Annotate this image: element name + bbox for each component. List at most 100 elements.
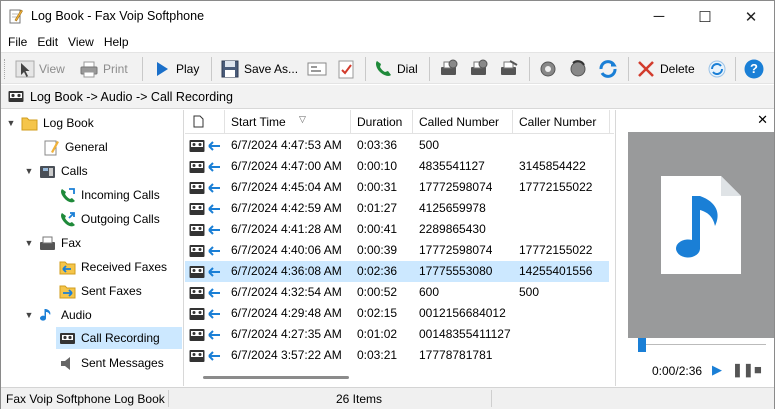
chevron-down-icon[interactable]: ▼ <box>23 310 35 320</box>
checklist-icon[interactable] <box>336 57 356 81</box>
table-row[interactable]: 6/7/2024 4:27:35 AM 0:01:02 00148355411127 <box>185 324 609 345</box>
printer-icon <box>80 61 98 78</box>
print-button[interactable]: Print <box>79 57 128 81</box>
stop-icon[interactable]: ■ <box>754 362 762 377</box>
refresh-icon[interactable] <box>707 57 727 81</box>
save-as-button[interactable]: Save As... <box>220 57 298 81</box>
tree-item-received-faxes[interactable]: Received Faxes <box>59 256 167 278</box>
seek-thumb[interactable] <box>638 338 646 352</box>
cell-called-number: 17778781781 <box>419 348 493 362</box>
folder-icon <box>21 117 38 130</box>
reload-arrow-icon[interactable] <box>567 57 589 81</box>
sync-icon[interactable] <box>597 57 619 81</box>
view-label: View <box>39 62 65 76</box>
column-caller-number[interactable]: Caller Number <box>513 110 610 134</box>
reload-settings-icon[interactable] <box>537 57 559 81</box>
chevron-down-icon[interactable]: ▼ <box>5 118 17 128</box>
recording-incoming-icon <box>189 266 220 278</box>
sent-fax-folder-icon <box>59 285 76 298</box>
column-called-number[interactable]: Called Number <box>413 110 513 134</box>
table-row[interactable]: 6/7/2024 4:40:06 AM 0:00:39 17772598074 177… <box>185 240 609 261</box>
table-row[interactable]: 6/7/2024 4:42:59 AM 0:01:27 4125659978 <box>185 198 609 219</box>
minimize-button[interactable]: ─ <box>636 1 682 32</box>
tree-item-fax[interactable]: ▼ Fax <box>23 232 81 254</box>
tree-item-log-book[interactable]: ▼ Log Book <box>5 112 94 134</box>
cell-duration: 0:00:41 <box>357 222 398 236</box>
cell-called-number: 500 <box>419 138 440 152</box>
help-button[interactable]: ? <box>744 57 768 81</box>
menu-help[interactable]: Help <box>99 32 134 52</box>
view-button[interactable]: View <box>15 57 65 81</box>
column-start-time[interactable]: Start Time ▽ <box>225 110 351 134</box>
toolbar-grip[interactable] <box>4 59 7 79</box>
fax-send-icon[interactable] <box>498 57 520 81</box>
received-fax-folder-icon <box>59 261 76 274</box>
delete-label: Delete <box>660 62 695 76</box>
cell-called-number: 17775553080 <box>419 264 493 278</box>
cell-start-time: 6/7/2024 4:47:53 AM <box>231 138 342 152</box>
recording-incoming-icon <box>189 224 220 236</box>
toolbar-separator <box>628 57 629 81</box>
tree-item-call-recording[interactable]: Call Recording <box>56 327 182 349</box>
menu-bar: File Edit View Help <box>1 32 774 52</box>
close-preview-button[interactable]: ✕ <box>757 112 768 128</box>
status-divider <box>168 390 169 407</box>
properties-card-icon[interactable] <box>307 57 327 81</box>
play-icon[interactable]: ▶ <box>712 362 722 378</box>
tree-label: General <box>65 140 108 154</box>
menu-edit[interactable]: Edit <box>32 32 63 52</box>
cell-start-time: 6/7/2024 4:27:35 AM <box>231 327 342 341</box>
cell-start-time: 6/7/2024 4:29:48 AM <box>231 306 342 320</box>
fax-settings-icon[interactable] <box>438 57 460 81</box>
cell-called-number: 17772598074 <box>419 243 493 257</box>
seek-slider[interactable] <box>638 338 766 352</box>
chevron-down-icon[interactable]: ▼ <box>23 166 35 176</box>
table-row[interactable]: 6/7/2024 4:45:04 AM 0:00:31 17772598074 177… <box>185 177 609 198</box>
table-row[interactable]: 6/7/2024 4:36:08 AM 0:02:36 17775553080 142… <box>185 261 609 282</box>
tree-item-calls[interactable]: ▼ Calls <box>23 160 88 182</box>
table-row[interactable]: 6/7/2024 4:32:54 AM 0:00:52 600 500 <box>185 282 609 303</box>
column-type[interactable] <box>185 110 225 134</box>
cell-duration: 0:00:39 <box>357 243 398 257</box>
cell-start-time: 6/7/2024 4:45:04 AM <box>231 180 342 194</box>
table-row[interactable]: 6/7/2024 4:41:28 AM 0:00:41 2289865430 <box>185 219 609 240</box>
cell-called-number: 600 <box>419 285 440 299</box>
table-row[interactable]: 6/7/2024 4:47:53 AM 0:03:36 500 <box>185 135 609 156</box>
column-duration[interactable]: Duration <box>351 110 413 134</box>
audio-preview <box>628 132 774 338</box>
fax-receive-icon[interactable] <box>468 57 490 81</box>
table-row[interactable]: 6/7/2024 3:57:22 AM 0:03:21 17778781781 <box>185 345 609 366</box>
desk-phone-icon <box>40 165 55 178</box>
tree-item-sent-faxes[interactable]: Sent Faxes <box>59 280 142 302</box>
pause-icon[interactable]: ❚❚ <box>732 362 754 378</box>
delete-button[interactable]: Delete <box>636 57 695 81</box>
cell-caller-number: 3145854422 <box>519 159 586 173</box>
play-button[interactable]: Play <box>152 57 199 81</box>
menu-file[interactable]: File <box>3 32 32 52</box>
column-label: Caller Number <box>519 115 597 129</box>
tree-item-general[interactable]: General <box>43 136 108 158</box>
playback-time: 0:00/2:36 <box>652 364 703 378</box>
toolbar-separator <box>735 57 736 81</box>
chevron-down-icon[interactable]: ▼ <box>23 238 35 248</box>
tree-item-audio[interactable]: ▼ Audio <box>23 304 92 326</box>
cell-called-number: 17772598074 <box>419 180 493 194</box>
table-row[interactable]: 6/7/2024 4:47:00 AM 0:00:10 4835541127 3145… <box>185 156 609 177</box>
tree-item-sent-messages[interactable]: Sent Messages <box>59 352 164 374</box>
dial-button[interactable]: Dial <box>373 57 418 81</box>
navigation-tree: ▼ Log Book General ▼ Calls Incoming Call… <box>1 110 184 386</box>
tree-item-outgoing-calls[interactable]: Outgoing Calls <box>59 208 160 230</box>
cell-caller-number: 500 <box>519 285 540 299</box>
fax-machine-icon <box>40 236 55 250</box>
cell-start-time: 6/7/2024 4:36:08 AM <box>231 264 342 278</box>
table-row[interactable]: 6/7/2024 4:29:48 AM 0:02:15 0012156684012 <box>185 303 609 324</box>
maximize-button[interactable]: ☐ <box>682 1 728 32</box>
horizontal-scrollbar-thumb[interactable] <box>203 376 349 379</box>
cell-caller-number: 17772155022 <box>519 180 593 194</box>
document-icon <box>193 115 204 128</box>
tree-item-incoming-calls[interactable]: Incoming Calls <box>59 184 160 206</box>
breadcrumb: Log Book -> Audio -> Call Recording <box>30 90 233 104</box>
menu-view[interactable]: View <box>63 32 99 52</box>
close-window-button[interactable]: ✕ <box>728 1 774 32</box>
status-text: Fax Voip Softphone Log Book <box>6 392 165 406</box>
